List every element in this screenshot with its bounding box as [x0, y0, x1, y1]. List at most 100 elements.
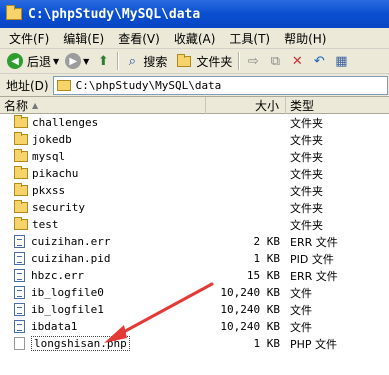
- file-name: longshisan.php: [31, 336, 130, 351]
- title-bar: C:\phpStudy\MySQL\data: [0, 0, 389, 28]
- file-name: jokedb: [32, 133, 72, 146]
- forward-button[interactable]: ▶ ▼: [62, 51, 92, 72]
- column-size-label: 大小: [254, 99, 279, 113]
- list-item[interactable]: longshisan.php 1 KB PHP 文件: [0, 335, 389, 352]
- list-item[interactable]: ibdata1 10,240 KB 文件: [0, 318, 389, 335]
- menu-view[interactable]: 查看(V): [111, 30, 167, 47]
- views-icon: ▦: [335, 53, 348, 69]
- file-type: 文件夹: [290, 201, 323, 215]
- address-path: C:\phpStudy\MySQL\data: [75, 78, 222, 92]
- file-size: 10,240 KB: [220, 320, 280, 333]
- up-button[interactable]: ⬆: [92, 51, 114, 72]
- file-size: 10,240 KB: [220, 286, 280, 299]
- list-item[interactable]: ib_logfile0 10,240 KB 文件: [0, 284, 389, 301]
- menu-favorites[interactable]: 收藏(A): [167, 30, 223, 47]
- address-bar: 地址(D) C:\phpStudy\MySQL\data: [0, 74, 389, 97]
- folder-icon: [14, 217, 28, 230]
- folder-up-icon: ⬆: [97, 53, 109, 69]
- delete-button[interactable]: ✕: [286, 51, 308, 72]
- file-name: cuizihan.pid: [31, 252, 111, 265]
- column-type-label: 类型: [290, 99, 315, 113]
- list-item[interactable]: test 文件夹: [0, 216, 389, 233]
- list-item[interactable]: ib_logfile1 10,240 KB 文件: [0, 301, 389, 318]
- chevron-down-icon[interactable]: ▼: [53, 57, 59, 66]
- list-item[interactable]: cuizihan.pid 1 KB PID 文件: [0, 250, 389, 267]
- list-item[interactable]: hbzc.err 15 KB ERR 文件: [0, 267, 389, 284]
- column-header-type[interactable]: 类型: [286, 97, 389, 114]
- file-name: security: [32, 201, 85, 214]
- menu-bar: 文件(F) 编辑(E) 查看(V) 收藏(A) 工具(T) 帮助(H): [0, 28, 389, 49]
- file-type: 文件夹: [290, 184, 323, 198]
- file-name: ib_logfile0: [31, 286, 104, 299]
- file-name: test: [32, 218, 59, 231]
- file-icon: [14, 235, 25, 248]
- file-icon: [14, 252, 25, 265]
- file-type: 文件夹: [290, 150, 323, 164]
- back-arrow-icon: ◀: [7, 53, 23, 69]
- column-name-label: 名称: [4, 99, 29, 113]
- file-type: 文件: [290, 303, 312, 317]
- search-label: 搜索: [143, 54, 168, 69]
- list-item[interactable]: pikachu 文件夹: [0, 165, 389, 182]
- sort-arrow-icon: ▲: [32, 101, 39, 110]
- file-type: 文件夹: [290, 133, 323, 147]
- folder-icon: [177, 53, 192, 67]
- list-header: 名称 ▲ 大小 类型: [0, 97, 389, 114]
- php-file-icon: [14, 337, 25, 350]
- move-to-button[interactable]: ⇨: [242, 51, 264, 72]
- list-item[interactable]: mysql 文件夹: [0, 148, 389, 165]
- list-item[interactable]: cuizihan.err 2 KB ERR 文件: [0, 233, 389, 250]
- folder-icon: [14, 166, 28, 179]
- file-type: 文件: [290, 286, 312, 300]
- column-header-name[interactable]: 名称 ▲: [0, 97, 206, 114]
- toolbar-separator: [117, 52, 119, 70]
- file-type: PHP 文件: [290, 337, 338, 351]
- back-label: 后退: [27, 54, 52, 69]
- undo-button[interactable]: ↶: [308, 51, 330, 72]
- file-icon: [14, 303, 25, 316]
- menu-edit[interactable]: 编辑(E): [56, 30, 111, 47]
- folder-icon: [14, 149, 28, 162]
- file-type: ERR 文件: [290, 269, 338, 283]
- file-size: 1 KB: [253, 337, 281, 350]
- file-size: 1 KB: [253, 252, 281, 265]
- forward-arrow-icon: ▶: [65, 53, 82, 69]
- folder-icon: [14, 115, 28, 128]
- file-name: ib_logfile1: [31, 303, 104, 316]
- move-to-icon: ⇨: [247, 53, 259, 69]
- folder-icon: [6, 5, 22, 20]
- views-button[interactable]: ▦: [330, 51, 352, 72]
- file-type: 文件夹: [290, 116, 323, 130]
- list-item[interactable]: jokedb 文件夹: [0, 131, 389, 148]
- folder-icon: [14, 183, 28, 196]
- file-name: pkxss: [32, 184, 66, 197]
- file-type: ERR 文件: [290, 235, 338, 249]
- folders-label: 文件夹: [196, 54, 233, 69]
- copy-to-button[interactable]: ⧉: [264, 51, 286, 72]
- file-name: pikachu: [32, 167, 79, 180]
- menu-file[interactable]: 文件(F): [2, 30, 56, 47]
- address-input[interactable]: C:\phpStudy\MySQL\data: [52, 75, 388, 95]
- menu-tools[interactable]: 工具(T): [222, 30, 277, 47]
- file-name: ibdata1: [31, 320, 78, 333]
- file-icon: [14, 286, 25, 299]
- file-name: challenges: [32, 116, 99, 129]
- back-button[interactable]: ◀ 后退 ▼: [4, 51, 62, 72]
- window-title: C:\phpStudy\MySQL\data: [28, 6, 201, 22]
- file-size: 10,240 KB: [220, 303, 280, 316]
- menu-help[interactable]: 帮助(H): [277, 30, 333, 47]
- undo-icon: ↶: [313, 53, 325, 69]
- toolbar-separator: [238, 52, 240, 70]
- search-button[interactable]: ⌕ 搜索: [121, 51, 170, 72]
- list-item[interactable]: challenges 文件夹: [0, 114, 389, 131]
- column-header-size[interactable]: 大小: [206, 97, 286, 114]
- file-name: cuizihan.err: [31, 235, 111, 248]
- file-type: 文件夹: [290, 167, 323, 181]
- folders-button[interactable]: 文件夹: [170, 51, 235, 72]
- chevron-down-icon[interactable]: ▼: [83, 57, 89, 66]
- toolbar: ◀ 后退 ▼ ▶ ▼ ⬆ ⌕ 搜索 文件夹 ⇨ ⧉ ✕ ↶ ▦: [0, 49, 389, 74]
- list-item[interactable]: pkxss 文件夹: [0, 182, 389, 199]
- search-icon: ⌕: [128, 53, 136, 69]
- list-item[interactable]: security 文件夹: [0, 199, 389, 216]
- file-list: 名称 ▲ 大小 类型 challenges 文件夹 jokedb 文件夹 mys…: [0, 97, 389, 375]
